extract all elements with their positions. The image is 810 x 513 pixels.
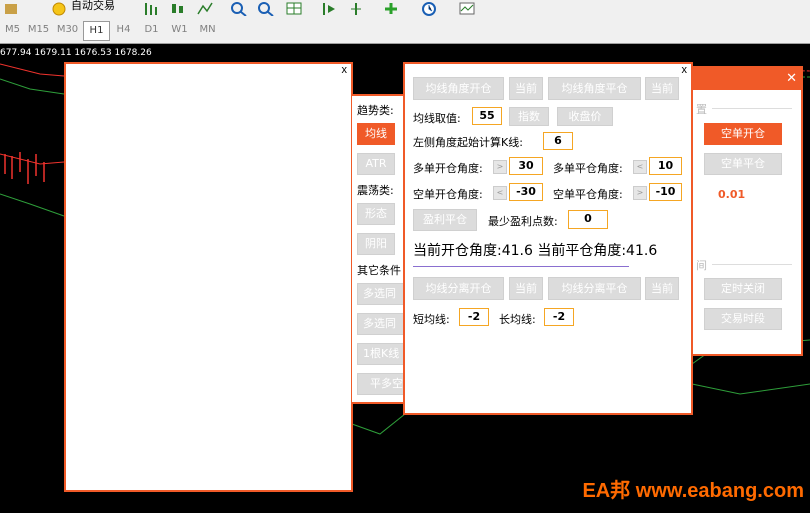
timeframe-m5[interactable]: M5 [0,21,25,39]
left-angle-label: 左侧角度起始计算K线: [413,136,523,149]
timeframe-d1[interactable]: D1 [139,21,164,39]
ma-button[interactable]: 均线 [357,123,395,145]
section-divider [413,266,629,267]
long-close-arrow-icon[interactable]: < [633,160,647,174]
long-open-arrow-icon[interactable]: > [493,160,507,174]
order-section-divider [712,108,792,109]
tile-windows-icon[interactable] [285,1,303,16]
timeframe-h1[interactable]: H1 [83,21,110,41]
long-ma-input[interactable]: -2 [544,308,574,326]
timeframe-m30[interactable]: M30 [55,21,80,39]
time-section-title: 间 [696,259,707,272]
left-panel-close-icon[interactable]: x [342,64,348,76]
ma-value-input[interactable]: 55 [472,107,502,125]
short-open-angle-label: 空单开仓角度: [413,188,483,201]
site-watermark: EA邦 www.eabang.com [582,480,804,502]
close-price-button[interactable]: 收盘价 [557,107,613,126]
other-conditions-label: 其它条件 [357,264,401,277]
order-panel: ✕ 置 空单开仓 空单平仓 0.01 间 定时关闭 交易时段 [680,66,803,356]
short-close-angle-label: 空单平仓角度: [553,188,623,201]
short-open-arrow-icon[interactable]: < [493,186,507,200]
short-open-angle-input[interactable]: -30 [509,183,543,201]
short-close-button[interactable]: 空单平仓 [704,153,782,175]
bar-chart-icon[interactable] [142,1,160,16]
ma-separation-open-button[interactable]: 均线分离开仓 [413,277,504,300]
shock-label: 震荡类: [357,184,394,197]
ohlc-readout: 677.94 1679.11 1676.53 1678.26 [0,48,152,58]
timed-close-button[interactable]: 定时关闭 [704,278,782,300]
short-close-arrow-icon[interactable]: > [633,186,647,200]
profit-close-button[interactable]: 盈利平仓 [413,209,477,231]
nav-icon[interactable] [2,1,20,16]
time-section-divider [712,264,792,265]
periods-icon[interactable] [420,1,438,16]
ma-separation-close-button[interactable]: 均线分离平仓 [548,277,641,300]
short-close-angle-input[interactable]: -10 [649,183,682,201]
scroll-chart-icon[interactable] [320,1,338,16]
templates-icon[interactable] [458,1,476,16]
long-close-angle-label: 多单平仓角度: [553,162,623,175]
ma-angle-close-button[interactable]: 均线角度平仓 [548,77,641,100]
long-ma-label: 长均线: [499,313,536,326]
indicators-icon[interactable] [382,1,400,16]
zoom-out-icon[interactable] [257,1,275,17]
timeframe-bar: M5 M15 M30 H1 H4 D1 W1 MN [0,18,810,44]
left-angle-input[interactable]: 6 [543,132,573,150]
order-panel-close-icon[interactable]: ✕ [786,70,797,86]
order-section-title: 置 [696,103,707,116]
main-toolbar: 自动交易 [0,0,810,19]
separation-current-close-button[interactable]: 当前 [645,277,679,300]
ma-angle-open-button[interactable]: 均线角度开仓 [413,77,504,100]
left-panel: x [64,62,353,492]
current-close-button[interactable]: 当前 [645,77,679,100]
long-open-angle-label: 多单开仓角度: [413,162,483,175]
candlestick-icon[interactable] [168,1,186,16]
line-chart-icon[interactable] [196,1,214,16]
trend-label: 趋势类: [357,104,394,117]
timeframe-w1[interactable]: W1 [167,21,192,39]
min-profit-label: 最少盈利点数: [488,215,558,228]
order-panel-header: ✕ [682,68,801,90]
auto-trade-icon[interactable] [50,1,68,16]
lot-value: 0.01 [718,188,746,201]
ma-value-label: 均线取值: [413,112,461,125]
pattern-button[interactable]: 形态 [357,203,395,225]
min-profit-input[interactable]: 0 [568,210,608,229]
long-open-angle-input[interactable]: 30 [509,157,543,175]
short-open-button[interactable]: 空单开仓 [704,123,782,145]
zoom-in-icon[interactable] [230,1,248,17]
short-ma-label: 短均线: [413,313,450,326]
ma-angle-panel: x 均线角度开仓 当前 均线角度平仓 当前 均线取值: 55 指数 收盘价 左侧… [403,62,693,415]
auto-trade-label[interactable]: 自动交易 [71,0,115,13]
separation-current-open-button[interactable]: 当前 [509,277,543,300]
index-button[interactable]: 指数 [509,107,549,126]
timeframe-mn[interactable]: MN [195,21,220,39]
yinyang-button[interactable]: 阴阳 [357,233,395,255]
current-open-button[interactable]: 当前 [509,77,543,100]
timeframe-m15[interactable]: M15 [26,21,51,39]
trade-time-button[interactable]: 交易时段 [704,308,782,330]
current-angles-readout: 当前开仓角度:41.6 当前平仓角度:41.6 [413,243,658,259]
short-ma-input[interactable]: -2 [459,308,489,326]
timeframe-h4[interactable]: H4 [111,21,136,39]
long-close-angle-input[interactable]: 10 [649,157,682,175]
ma-panel-close-icon[interactable]: x [682,64,688,76]
chart-shift-icon[interactable] [347,1,365,16]
atr-button[interactable]: ATR [357,153,395,175]
